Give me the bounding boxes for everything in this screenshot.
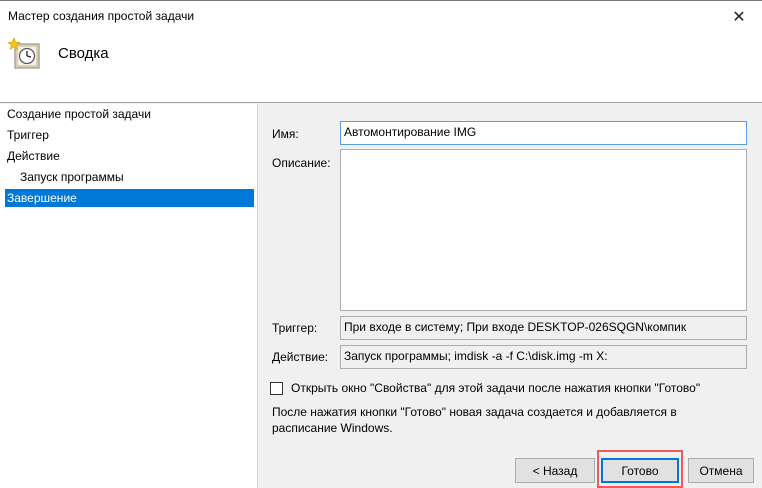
open-properties-label[interactable]: Открыть окно "Свойства" для этой задачи … [291,381,700,395]
back-button[interactable]: < Назад [515,458,595,483]
trigger-field: При входе в систему; При входе DESKTOP-0… [340,316,747,340]
window-title: Мастер создания простой задачи [8,9,195,23]
step-finish[interactable]: Завершение [5,189,254,207]
description-label: Описание: [272,156,331,170]
scheduled-task-clock-icon [8,37,40,69]
close-button[interactable]: ✕ [716,1,762,32]
step-start-program[interactable]: Запуск программы [5,168,254,186]
step-create-task[interactable]: Создание простой задачи [5,105,254,123]
open-properties-checkbox[interactable] [270,382,283,395]
step-trigger[interactable]: Триггер [5,126,254,144]
close-icon: ✕ [732,8,746,26]
step-action[interactable]: Действие [5,147,254,165]
name-field[interactable]: Автомонтирование IMG [340,121,747,145]
action-label: Действие: [272,350,329,364]
wizard-steps-panel: Создание простой задачи Триггер Действие… [0,104,258,488]
title-bar: Мастер создания простой задачи ✕ [0,0,762,32]
info-text: После нажатия кнопки "Готово" новая зада… [272,405,677,435]
description-field[interactable] [340,149,747,311]
action-field: Запуск программы; imdisk -a -f C:\disk.i… [340,345,747,369]
name-label: Имя: [272,127,299,141]
wizard-header: Сводка [0,32,762,103]
trigger-label: Триггер: [272,321,318,335]
finish-highlight-box [597,450,683,488]
cancel-button[interactable]: Отмена [688,458,754,483]
page-heading: Сводка [58,45,109,62]
